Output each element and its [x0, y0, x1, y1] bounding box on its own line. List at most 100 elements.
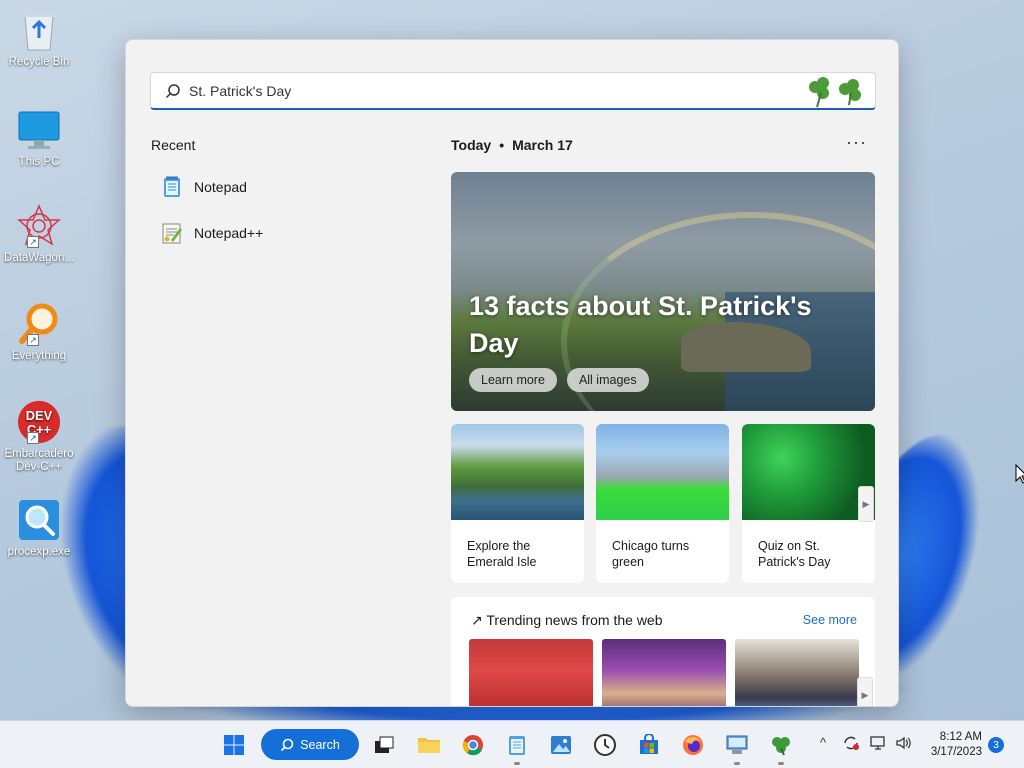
photos-icon	[551, 736, 571, 754]
today-date: March 17	[512, 137, 573, 153]
monitor-icon	[17, 108, 61, 152]
card-image	[596, 424, 729, 520]
desktop-icon-datawagon[interactable]: ↗ DataWagon...	[2, 204, 76, 265]
hero-card[interactable]: 13 facts about St. Patrick's Day Learn m…	[451, 172, 875, 411]
bullet-separator: •	[499, 137, 505, 153]
windows-logo-icon	[224, 735, 244, 755]
desktop-icon-recycle-bin[interactable]: Recycle Bin	[2, 8, 76, 69]
more-options-button[interactable]: ···	[846, 132, 867, 153]
desktop-icon-label: Embarcadero Dev-C++	[4, 448, 74, 473]
chevron-right-icon: ▶	[861, 689, 869, 700]
trending-section: ↗ Trending news from the web See more ▶	[451, 597, 875, 706]
running-indicator	[778, 762, 784, 765]
search-icon	[165, 84, 180, 99]
taskbar-notepad[interactable]	[505, 733, 529, 765]
trending-next-button[interactable]: ▶	[857, 677, 873, 706]
search-panel: Recent Notepad Notepad++ Today•March 17 …	[125, 39, 899, 707]
shortcut-arrow-icon: ↗	[27, 334, 39, 346]
desktop-icon-everything[interactable]: ↗ Everything	[2, 302, 76, 363]
all-images-button[interactable]: All images	[566, 368, 649, 392]
task-view-icon	[375, 736, 394, 753]
see-more-link[interactable]: See more	[803, 613, 857, 627]
start-button[interactable]	[222, 733, 246, 757]
taskbar-search-button[interactable]: Search	[261, 729, 359, 760]
tray-sync-button[interactable]	[842, 734, 860, 755]
shamrock-icon	[772, 737, 790, 756]
today-heading: Today • March 17	[451, 137, 573, 153]
network-computer-icon	[726, 735, 748, 754]
taskbar-chrome[interactable]	[461, 733, 485, 757]
shortcut-arrow-icon: ↗	[27, 432, 39, 444]
desktop-icon-procexp[interactable]: procexp.exe	[2, 498, 76, 559]
taskbar-file-explorer[interactable]	[417, 733, 441, 757]
search-box[interactable]	[150, 72, 876, 110]
notepad-icon	[164, 176, 180, 197]
sync-icon	[844, 736, 859, 750]
clock-date: 3/17/2023	[930, 746, 982, 758]
trending-title: ↗ Trending news from the web	[471, 612, 663, 629]
card-chicago-green[interactable]: Chicago turns green	[596, 424, 729, 583]
search-icon	[281, 738, 294, 751]
desktop-icon-this-pc[interactable]: This PC	[2, 108, 76, 169]
desktop-icon-label: This PC	[18, 156, 60, 168]
news-thumbnail[interactable]	[735, 639, 859, 706]
recent-item-notepadplusplus[interactable]: Notepad++	[160, 218, 400, 248]
task-view-button[interactable]	[372, 733, 396, 757]
chrome-icon	[462, 735, 483, 756]
recent-item-label: Notepad++	[194, 225, 264, 241]
card-caption: Explore the Emerald Isle	[467, 539, 537, 569]
taskbar-clock[interactable]: 8:12 AM 3/17/2023	[922, 730, 982, 760]
clock-time: 8:12 AM	[939, 731, 982, 743]
desktop-icon-devcpp[interactable]: DEV C++ ↗ Embarcadero Dev-C++	[2, 400, 76, 474]
taskbar: Search ^ 8:12 AM 3/17/2023 3	[0, 720, 1024, 768]
folder-icon	[418, 738, 440, 753]
search-input[interactable]	[189, 80, 789, 102]
recent-item-notepad[interactable]: Notepad	[160, 172, 400, 202]
notepad-icon	[509, 736, 525, 755]
show-hidden-icons-button[interactable]: ^	[820, 735, 826, 750]
desktop-icon-label: Recycle Bin	[8, 56, 70, 68]
card-image	[451, 424, 584, 520]
taskbar-firefox[interactable]	[681, 733, 705, 757]
chevron-right-icon: ▶	[862, 498, 870, 509]
mouse-cursor-icon	[1015, 464, 1024, 484]
procexp-icon	[17, 498, 61, 542]
desktop-icon-label: DataWagon...	[4, 252, 74, 264]
card-quiz[interactable]: Quiz on St. Patrick's Day	[742, 424, 875, 583]
tray-volume-button[interactable]	[895, 735, 913, 754]
shamrock-icon	[809, 77, 861, 108]
desktop-icon-label: procexp.exe	[7, 546, 71, 558]
news-thumbnail[interactable]	[602, 639, 726, 706]
recent-heading: Recent	[151, 137, 196, 153]
taskbar-store[interactable]	[637, 733, 661, 757]
news-thumbnail[interactable]	[469, 639, 593, 706]
running-indicator	[734, 762, 740, 765]
devcpp-icon: DEV C++ ↗	[17, 400, 61, 444]
taskbar-clock-app[interactable]	[593, 733, 617, 757]
card-emerald-isle[interactable]: Explore the Emerald Isle	[451, 424, 584, 583]
card-caption: Chicago turns green	[612, 539, 690, 569]
learn-more-button[interactable]: Learn more	[469, 368, 557, 392]
shortcut-arrow-icon: ↗	[27, 236, 39, 248]
notepadplusplus-icon	[162, 223, 182, 244]
tray-network-button[interactable]	[870, 735, 888, 754]
trending-title-text: Trending news from the web	[486, 612, 663, 628]
taskbar-photos[interactable]	[549, 733, 573, 757]
taskbar-shamrock-app[interactable]	[769, 733, 793, 765]
today-label: Today	[451, 137, 492, 153]
chevron-up-icon: ^	[820, 735, 827, 750]
everything-magnifier-icon: ↗	[17, 302, 61, 346]
recycle-bin-icon	[17, 8, 61, 52]
trending-arrow-icon: ↗	[471, 612, 487, 628]
hero-headline[interactable]: 13 facts about St. Patrick's Day	[469, 288, 849, 362]
card-caption: Quiz on St. Patrick's Day	[758, 539, 831, 569]
taskbar-search-label: Search	[300, 737, 340, 752]
network-icon	[870, 736, 885, 750]
taskbar-remote-app[interactable]	[725, 733, 749, 765]
notification-badge[interactable]: 3	[988, 737, 1004, 753]
datawagon-icon: ↗	[17, 204, 61, 248]
desktop-icon-label: Everything	[11, 350, 67, 362]
recent-item-label: Notepad	[194, 179, 247, 195]
card-image	[742, 424, 875, 520]
cards-next-button[interactable]: ▶	[858, 486, 874, 522]
